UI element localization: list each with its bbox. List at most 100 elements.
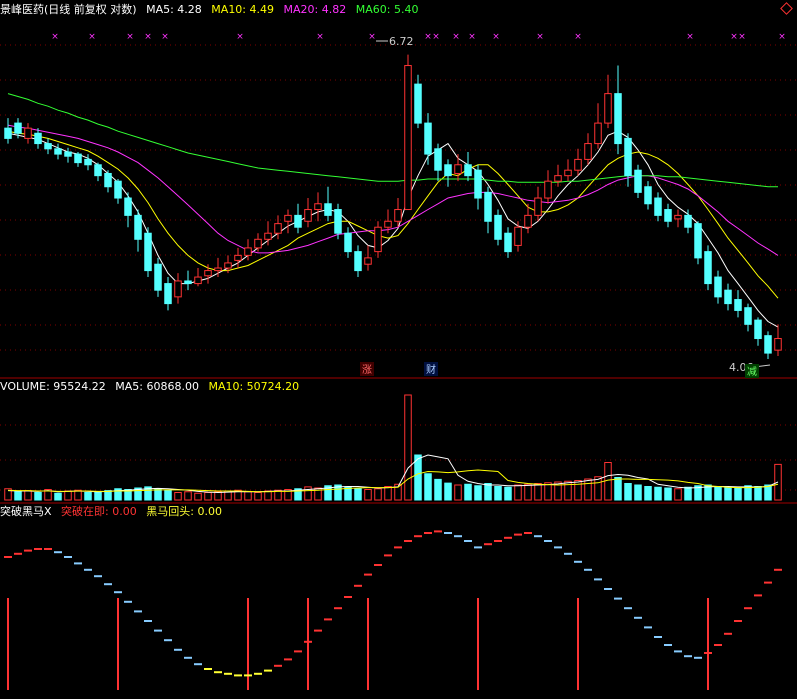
ma-line — [7, 93, 778, 188]
candle-body — [364, 257, 372, 265]
candle-body — [604, 93, 612, 124]
volume-bar — [454, 484, 462, 501]
candle-body — [754, 319, 762, 340]
candle-body — [154, 263, 162, 291]
volume-bar — [574, 480, 582, 501]
volume-bar — [164, 489, 172, 501]
volume-bar — [474, 485, 482, 501]
candle-body — [544, 180, 552, 199]
candle-body — [514, 226, 522, 246]
indicator-name: 突破黑马X — [0, 505, 52, 518]
signal-marker: × — [161, 32, 169, 42]
volume-header: VOLUME: 95524.22 MA5: 60868.00 MA10: 507… — [0, 379, 305, 395]
candle-body — [124, 197, 132, 216]
badge-zhang: 涨 — [362, 364, 372, 376]
chart-svg: 6.724.06× × × × × × × × × × × × × × × × × × ×涨财减 — [0, 32, 797, 690]
volume-bar — [184, 491, 192, 501]
candle-body — [294, 214, 302, 228]
volume-bar — [384, 486, 392, 501]
breakout-label: 突破在即: 0.00 — [61, 505, 137, 518]
volume-bar — [594, 476, 602, 501]
volume-bar — [54, 492, 62, 501]
candle-body — [714, 276, 722, 298]
candle-body — [584, 143, 592, 160]
candle-body — [134, 214, 142, 240]
candle-body — [654, 197, 662, 216]
candle-body — [744, 307, 752, 325]
volume-bar — [444, 482, 452, 501]
volume-bar — [604, 462, 612, 501]
signal-marker: × — [316, 32, 324, 42]
volume-bar — [374, 488, 382, 501]
candle-body — [414, 83, 422, 124]
candle-body — [334, 209, 342, 234]
candle-body — [564, 169, 572, 177]
candle-body — [344, 232, 352, 253]
volume-bar — [764, 484, 772, 501]
volume-bar — [64, 490, 72, 501]
badge-cai: 财 — [426, 363, 436, 376]
candle-body — [114, 180, 122, 199]
signal-marker: × — [686, 32, 694, 42]
candle-body — [34, 132, 42, 145]
signal-marker: × — [468, 32, 476, 42]
volume-bar — [364, 489, 372, 501]
candle-body — [164, 283, 172, 305]
ma5-label: MA5: 4.28 — [146, 3, 202, 16]
signal-marker: × — [452, 32, 460, 42]
candle-body — [464, 164, 472, 177]
candle-body — [94, 164, 102, 177]
candle-body — [64, 151, 72, 157]
candle-body — [484, 191, 492, 222]
candle-body — [694, 223, 702, 259]
volume-bar — [484, 483, 492, 501]
candle-body — [234, 254, 242, 261]
volume-bar — [504, 486, 512, 501]
candle-body — [274, 223, 282, 234]
volume-bar — [74, 489, 82, 501]
signal-marker: × — [236, 32, 244, 42]
volume-bar — [634, 484, 642, 501]
candle-body — [4, 127, 12, 139]
candle-body — [284, 214, 292, 222]
signal-marker: × — [126, 32, 134, 42]
candle-body — [44, 143, 52, 150]
candle-body — [644, 186, 652, 205]
candle-body — [304, 209, 312, 222]
candle-body — [684, 214, 692, 228]
signal-marker: × — [574, 32, 582, 42]
price-header: 景峰医药(日线 前复权 对数) MA5: 4.28 MA10: 4.49 MA2… — [0, 2, 424, 18]
volume-bar — [494, 486, 502, 501]
candle-body — [354, 251, 362, 272]
volume-bar — [424, 473, 432, 501]
candle-body — [634, 169, 642, 193]
indicator-header: 突破黑马X 突破在即: 0.00 黑马回头: 0.00 — [0, 504, 228, 520]
candle-body — [244, 247, 252, 256]
candle-body — [664, 209, 672, 222]
volume-bar — [584, 478, 592, 501]
candle-body — [204, 270, 212, 277]
volume-bar — [94, 491, 102, 501]
return-label: 黑马回头: 0.00 — [146, 505, 222, 518]
volume-bar — [434, 478, 442, 501]
volume-bar — [204, 492, 212, 501]
candle-body — [14, 122, 22, 134]
ma-line — [7, 130, 779, 328]
candle-body — [84, 158, 92, 166]
candle-body — [504, 232, 512, 253]
candle-body — [394, 209, 402, 222]
candle-body — [174, 280, 182, 298]
vol-ma5-label: MA5: 60868.00 — [115, 380, 199, 393]
volume-bar — [714, 486, 722, 501]
candle-body — [264, 232, 272, 240]
volume-bar — [24, 490, 32, 501]
volume-bar — [414, 454, 422, 501]
volume-bar — [614, 477, 622, 501]
candle-body — [454, 164, 462, 174]
volume-bar — [514, 484, 522, 501]
volume-bar — [734, 486, 742, 501]
candle-body — [614, 93, 622, 145]
candle-body — [374, 226, 382, 253]
candle-body — [624, 137, 632, 177]
volume-ma-line — [7, 454, 779, 494]
